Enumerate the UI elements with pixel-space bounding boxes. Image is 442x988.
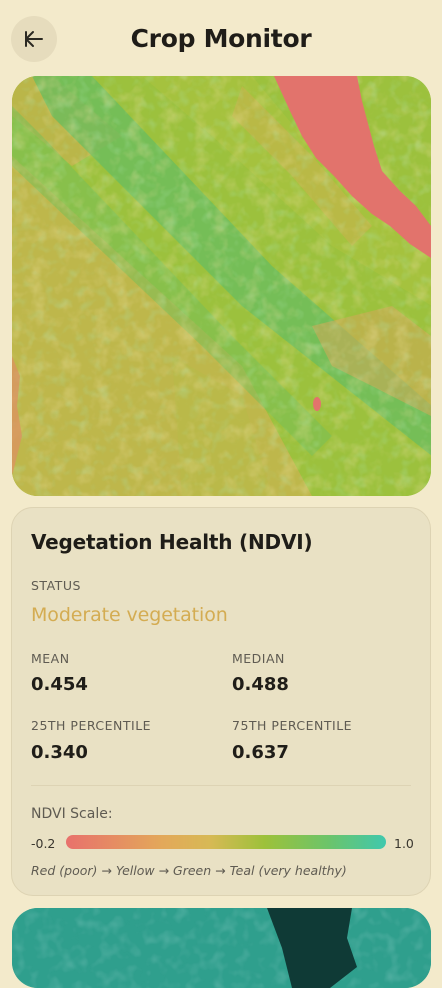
- scale-label: NDVI Scale:: [31, 806, 113, 822]
- status-value: Moderate vegetation: [31, 604, 228, 626]
- app-header: Crop Monitor: [0, 0, 442, 80]
- p75-value: 0.637: [232, 742, 289, 763]
- p25-value: 0.340: [31, 742, 88, 763]
- status-label: STATUS: [31, 578, 81, 593]
- secondary-map-image: [12, 908, 431, 988]
- card-title: Vegetation Health (NDVI): [31, 530, 313, 554]
- median-label: MEDIAN: [232, 651, 285, 666]
- mean-label: MEAN: [31, 651, 70, 666]
- ndvi-card: Vegetation Health (NDVI) STATUS Moderate…: [11, 507, 431, 896]
- median-value: 0.488: [232, 674, 289, 695]
- ndvi-map-image: [12, 76, 431, 496]
- scale-max: 1.0: [394, 836, 414, 851]
- p25-label: 25TH PERCENTILE: [31, 718, 152, 733]
- mean-value: 0.454: [31, 674, 88, 695]
- page-title: Crop Monitor: [130, 24, 312, 53]
- ndvi-gradient-bar: [66, 835, 386, 849]
- scale-min: -0.2: [31, 836, 56, 851]
- p75-label: 75TH PERCENTILE: [232, 718, 353, 733]
- scale-legend: Red (poor) → Yellow → Green → Teal (very…: [31, 863, 347, 878]
- divider: [31, 785, 411, 786]
